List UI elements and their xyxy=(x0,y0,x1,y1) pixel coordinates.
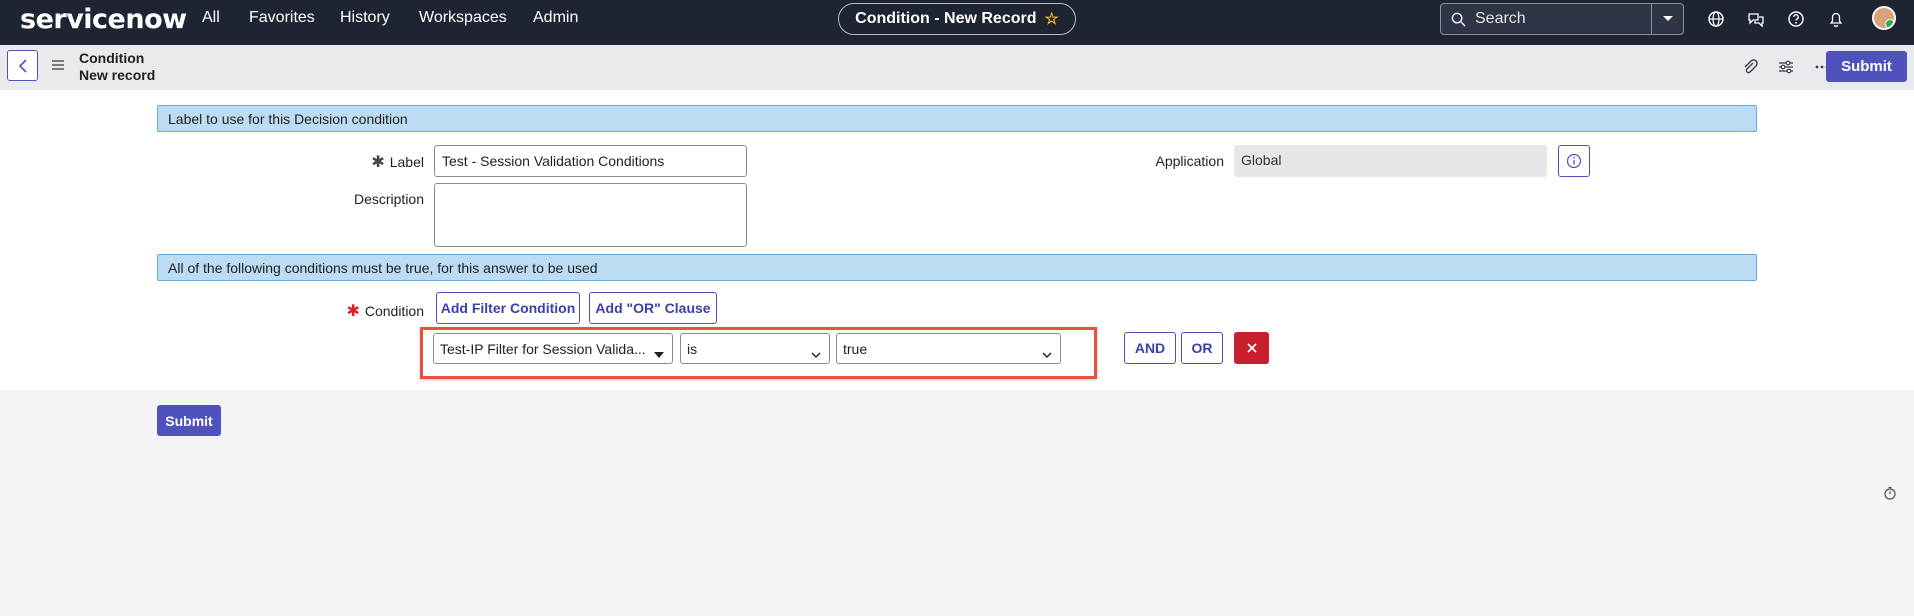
and-condition-button[interactable]: AND xyxy=(1124,332,1176,364)
condition-field-label: ✱ Condition xyxy=(346,303,424,320)
chat-icon[interactable] xyxy=(1747,10,1765,28)
label-field-label: ✱ Label xyxy=(371,154,424,171)
record-title-pill: Condition - New Record ☆ xyxy=(838,3,1076,35)
attachment-icon[interactable] xyxy=(1741,58,1759,76)
description-field-label: Description xyxy=(353,191,424,207)
condition-value-select[interactable]: true xyxy=(836,333,1061,364)
settings-sliders-icon[interactable] xyxy=(1777,58,1795,76)
mandatory-asterisk-icon: ✱ xyxy=(371,154,385,171)
help-icon[interactable] xyxy=(1787,10,1805,28)
condition-field-select[interactable]: Test-IP Filter for Session Valida... xyxy=(433,333,673,364)
servicenow-logo[interactable]: servicenow xyxy=(20,4,187,35)
context-menu-icon[interactable] xyxy=(51,58,65,76)
caret-down-icon xyxy=(654,345,664,361)
nav-history[interactable]: History xyxy=(340,9,390,27)
condition-form: Label to use for this Decision condition… xyxy=(0,90,1914,390)
form-subtitle: New record xyxy=(79,67,156,83)
response-time-icon[interactable] xyxy=(1883,486,1897,505)
nav-workspaces[interactable]: Workspaces xyxy=(419,9,507,27)
label-input[interactable]: Test - Session Validation Conditions xyxy=(434,145,747,177)
section-header-conditions: All of the following conditions must be … xyxy=(157,254,1757,281)
add-or-clause-button[interactable]: Add "OR" Clause xyxy=(589,292,717,324)
search-scope-dropdown[interactable] xyxy=(1651,4,1683,34)
global-search[interactable]: Search xyxy=(1440,3,1684,35)
or-condition-button[interactable]: OR xyxy=(1181,332,1223,364)
favorite-star-icon[interactable]: ☆ xyxy=(1044,9,1058,29)
search-icon xyxy=(1441,12,1475,27)
chevron-down-icon xyxy=(1042,345,1052,361)
application-readonly-field: Global xyxy=(1234,145,1547,177)
section-header-label: Label to use for this Decision condition xyxy=(157,105,1757,132)
chevron-down-icon xyxy=(811,345,821,361)
mandatory-asterisk-icon: ✱ xyxy=(346,303,360,320)
record-title: Condition - New Record xyxy=(855,10,1037,27)
back-button[interactable] xyxy=(7,50,38,81)
form-title: Condition xyxy=(79,50,145,66)
condition-operator-value: is xyxy=(687,341,698,357)
submit-button-header[interactable]: Submit xyxy=(1826,51,1907,82)
condition-value-value: true xyxy=(843,341,868,357)
notifications-bell-icon[interactable] xyxy=(1827,10,1845,28)
condition-field-value: Test-IP Filter for Session Valida... xyxy=(440,341,646,357)
nav-favorites[interactable]: Favorites xyxy=(249,9,315,27)
user-avatar[interactable] xyxy=(1872,6,1896,30)
description-textarea[interactable] xyxy=(434,183,747,247)
search-input[interactable]: Search xyxy=(1475,10,1651,28)
close-icon xyxy=(1246,343,1257,353)
nav-all[interactable]: All xyxy=(202,9,220,27)
submit-button-footer[interactable]: Submit xyxy=(157,405,221,436)
globe-icon[interactable] xyxy=(1707,10,1725,28)
application-field-label: Application xyxy=(1155,153,1225,169)
add-filter-condition-button[interactable]: Add Filter Condition xyxy=(436,292,580,324)
top-nav: servicenow All Favorites History Workspa… xyxy=(0,0,1914,45)
condition-operator-select[interactable]: is xyxy=(680,333,830,364)
application-info-button[interactable] xyxy=(1558,145,1590,177)
chevron-left-icon xyxy=(18,58,27,73)
info-icon xyxy=(1566,153,1582,169)
delete-condition-button[interactable] xyxy=(1234,332,1269,364)
form-header: Condition New record Submit xyxy=(0,45,1914,90)
nav-admin[interactable]: Admin xyxy=(533,9,578,27)
